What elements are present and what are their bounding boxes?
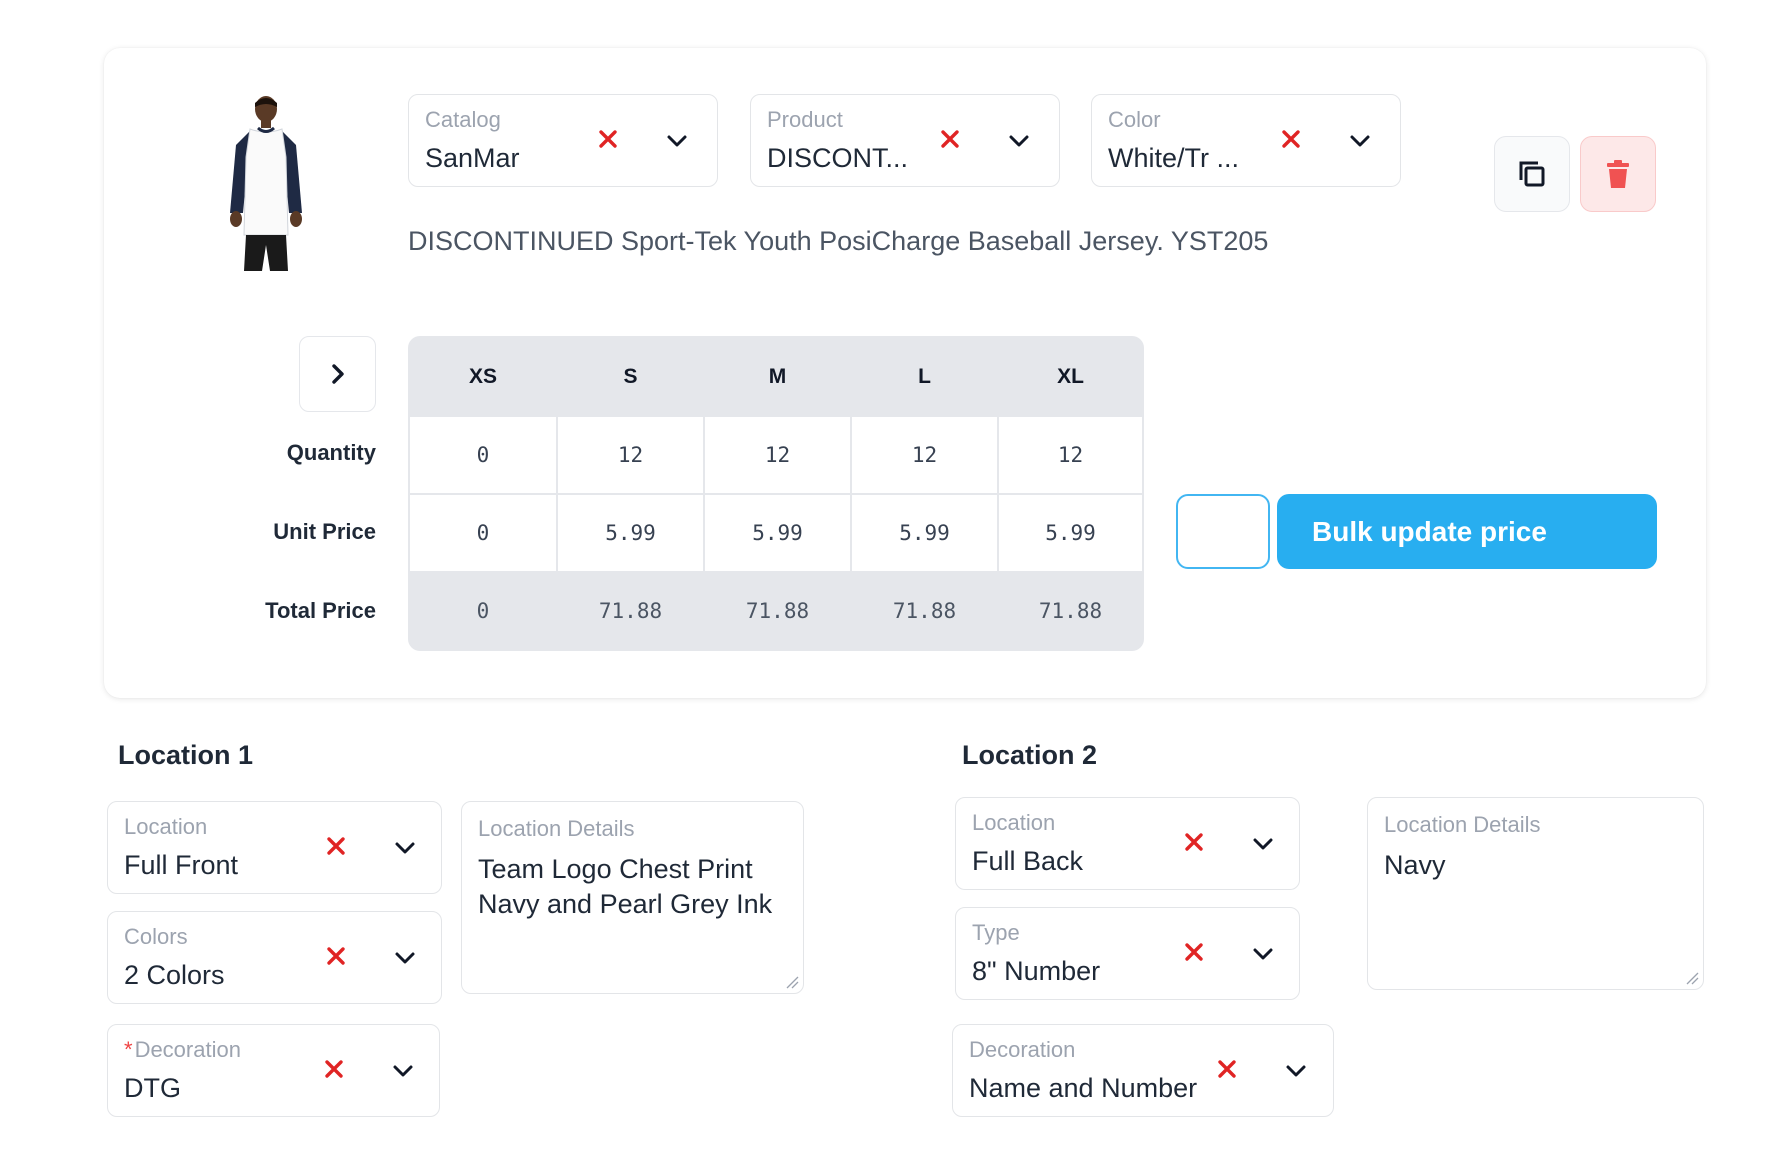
clear-icon[interactable]	[1182, 830, 1206, 854]
size-table: XS S M L XL 0 12 12 12 12 0 5.99 5.99 5.…	[408, 336, 1144, 651]
location-1-heading: Location 1	[118, 740, 254, 770]
location-2-heading: Location 2	[962, 740, 1098, 770]
unit-price-cell[interactable]: 5.99	[852, 495, 997, 571]
quantity-cell[interactable]: 12	[852, 417, 997, 493]
resize-handle-icon[interactable]	[785, 975, 799, 989]
chevron-down-icon[interactable]	[1348, 129, 1372, 153]
location-value: Full Front	[124, 850, 239, 880]
color-select[interactable]: Color White/Tr ...	[1091, 94, 1401, 187]
chevron-down-icon[interactable]	[391, 1059, 415, 1083]
colors-label: Colors	[124, 924, 188, 949]
location-details-label: Location Details	[478, 816, 635, 841]
required-mark: *	[124, 1037, 133, 1062]
total-price-cell: 0	[410, 573, 556, 649]
total-price-cell: 71.88	[558, 573, 703, 649]
product-value: DISCONT...	[767, 143, 909, 173]
location-1-details-textarea[interactable]: Location Details Team Logo Chest Print N…	[461, 801, 804, 994]
bulk-update-price-button[interactable]: Bulk update price	[1277, 494, 1657, 569]
size-header: S	[558, 338, 703, 415]
copy-icon	[1519, 161, 1545, 187]
chevron-down-icon[interactable]	[665, 129, 689, 153]
chevron-down-icon[interactable]	[1251, 942, 1275, 966]
unit-price-cell[interactable]: 5.99	[705, 495, 850, 571]
quantity-cell[interactable]: 12	[705, 417, 850, 493]
location-2-details-textarea[interactable]: Location Details Navy	[1367, 797, 1704, 990]
chevron-right-icon	[331, 364, 344, 384]
quantity-cell[interactable]: 0	[410, 417, 556, 493]
clear-icon[interactable]	[324, 944, 348, 968]
size-header: M	[705, 338, 850, 415]
clear-icon[interactable]	[938, 127, 962, 151]
total-price-cell: 71.88	[999, 573, 1142, 649]
location-2-decoration-select[interactable]: Decoration Name and Number	[952, 1024, 1334, 1117]
location-value: Full Back	[972, 846, 1084, 876]
delete-button[interactable]	[1580, 136, 1656, 212]
catalog-label: Catalog	[425, 107, 501, 132]
decoration-value: DTG	[124, 1073, 181, 1103]
clear-icon[interactable]	[322, 1057, 346, 1081]
chevron-down-icon[interactable]	[1284, 1059, 1308, 1083]
product-image	[230, 96, 302, 271]
size-header: XL	[999, 338, 1142, 415]
expand-sizes-button[interactable]	[299, 336, 376, 412]
product-label: Product	[767, 107, 843, 132]
chevron-down-icon[interactable]	[1251, 832, 1275, 856]
location-2-type-select[interactable]: Type 8" Number	[955, 907, 1300, 1000]
type-label: Type	[972, 920, 1020, 945]
chevron-down-icon[interactable]	[393, 836, 417, 860]
clear-icon[interactable]	[1182, 940, 1206, 964]
location-details-text: Team Logo Chest Print Navy and Pearl Gre…	[478, 854, 773, 919]
quantity-row-label: Quantity	[286, 440, 376, 465]
clear-icon[interactable]	[324, 834, 348, 858]
catalog-select[interactable]: Catalog SanMar	[408, 94, 718, 187]
decoration-value: Name and Number	[969, 1073, 1198, 1103]
size-header: XS	[410, 338, 556, 415]
location-details-text: Navy	[1384, 850, 1446, 880]
color-label: Color	[1108, 107, 1161, 132]
decoration-label-wrap: *Decoration	[124, 1037, 241, 1063]
product-select[interactable]: Product DISCONT...	[750, 94, 1060, 187]
location-1-colors-select[interactable]: Colors 2 Colors	[107, 911, 442, 1004]
location-label: Location	[972, 810, 1056, 835]
decoration-label: Decoration	[134, 1037, 241, 1062]
decoration-label: Decoration	[969, 1037, 1076, 1062]
colors-value: 2 Colors	[124, 960, 225, 990]
location-details-label: Location Details	[1384, 812, 1541, 837]
location-1-location-select[interactable]: Location Full Front	[107, 801, 442, 894]
location-1-decoration-select[interactable]: *Decoration DTG	[107, 1024, 440, 1117]
clear-icon[interactable]	[1279, 127, 1303, 151]
chevron-down-icon[interactable]	[1007, 129, 1031, 153]
quantity-cell[interactable]: 12	[999, 417, 1142, 493]
total-price-row-label: Total Price	[265, 598, 376, 623]
clear-icon[interactable]	[596, 127, 620, 151]
size-header: L	[852, 338, 997, 415]
product-description: DISCONTINUED Sport-Tek Youth PosiCharge …	[408, 226, 1269, 256]
unit-price-row-label: Unit Price	[273, 519, 376, 544]
resize-handle-icon[interactable]	[1685, 971, 1699, 985]
type-value: 8" Number	[972, 956, 1101, 986]
location-label: Location	[124, 814, 208, 839]
duplicate-button[interactable]	[1494, 136, 1570, 212]
unit-price-cell[interactable]: 5.99	[999, 495, 1142, 571]
unit-price-cell[interactable]: 5.99	[558, 495, 703, 571]
quantity-cell[interactable]: 12	[558, 417, 703, 493]
total-price-cell: 71.88	[852, 573, 997, 649]
color-value: White/Tr ...	[1108, 143, 1240, 173]
total-price-cell: 71.88	[705, 573, 850, 649]
trash-icon	[1607, 160, 1629, 188]
unit-price-cell[interactable]: 0	[410, 495, 556, 571]
clear-icon[interactable]	[1215, 1057, 1239, 1081]
catalog-value: SanMar	[425, 143, 520, 173]
chevron-down-icon[interactable]	[393, 946, 417, 970]
location-2-location-select[interactable]: Location Full Back	[955, 797, 1300, 890]
bulk-price-input[interactable]	[1176, 494, 1270, 569]
